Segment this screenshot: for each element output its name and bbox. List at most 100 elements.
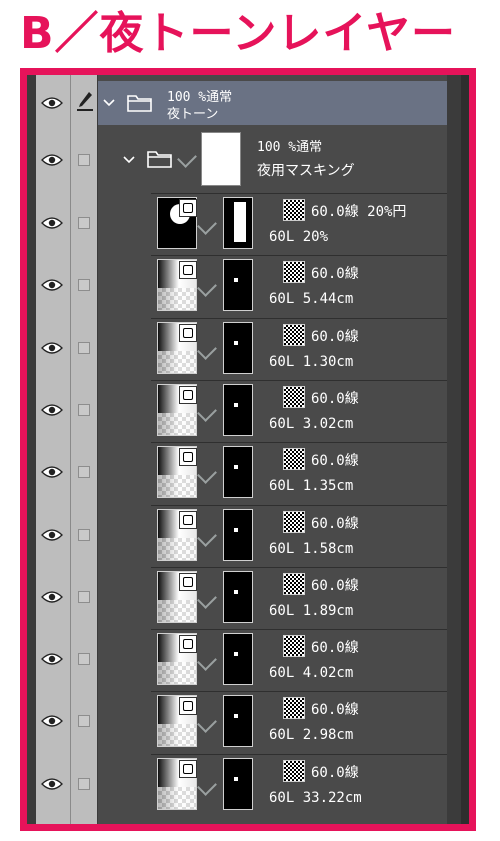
check-icon xyxy=(197,589,217,609)
lock-checkbox[interactable] xyxy=(78,154,90,166)
lock-checkbox[interactable] xyxy=(78,778,90,790)
tone-layer-icon xyxy=(179,448,197,466)
tone-layer-row[interactable]: 60.0線 60L 33.22cm xyxy=(27,754,469,814)
tone-layer-icon xyxy=(179,697,197,715)
tone-layer-name: 60L 4.02cm xyxy=(269,665,354,681)
tone-layer-icon xyxy=(179,760,197,778)
eye-icon[interactable] xyxy=(41,278,63,292)
tone-pattern-icon xyxy=(283,261,305,283)
tone-layer-name: 60L 20% xyxy=(269,229,329,245)
chevron-down-icon[interactable] xyxy=(103,99,115,107)
layer-mask-thumbnail xyxy=(223,384,253,436)
lock-checkbox[interactable] xyxy=(78,466,90,478)
tone-pattern-icon xyxy=(283,760,305,782)
tone-layer-row[interactable]: 60.0線 60L 2.98cm xyxy=(27,691,469,751)
tone-layer-icon xyxy=(179,386,197,404)
mask-opacity-blend: 100 %通常 xyxy=(257,140,323,155)
tone-layer-name: 60L 1.58cm xyxy=(269,541,354,557)
tone-pattern-icon xyxy=(283,448,305,470)
tone-pattern-icon xyxy=(283,386,305,408)
lock-checkbox[interactable] xyxy=(78,217,90,229)
lock-checkbox[interactable] xyxy=(78,529,90,541)
layer-mask-thumbnail xyxy=(223,633,253,685)
lock-checkbox[interactable] xyxy=(78,404,90,416)
eye-icon[interactable] xyxy=(41,652,63,666)
row-divider xyxy=(151,318,447,319)
tone-layer-row[interactable]: 60.0線 60L 1.30cm xyxy=(27,318,469,378)
eye-icon[interactable] xyxy=(41,714,63,728)
row-divider xyxy=(151,691,447,692)
tone-layer-icon xyxy=(179,324,197,342)
layer-mask-thumbnail xyxy=(223,695,253,747)
tone-layer-icon xyxy=(179,635,197,653)
row-divider xyxy=(151,754,447,755)
check-icon xyxy=(197,776,217,796)
lock-checkbox[interactable] xyxy=(78,342,90,354)
layer-mask-thumbnail xyxy=(223,322,253,374)
tone-line-value: 60.0線 xyxy=(311,765,359,781)
eye-icon[interactable] xyxy=(41,153,63,167)
layer-panel: 100 %通常 夜トーン 100 %通常 夜用マスキング 60.0線 20%円 6… xyxy=(20,68,476,831)
tone-line-value: 60.0線 xyxy=(311,391,359,407)
eye-icon[interactable] xyxy=(41,777,63,791)
check-icon xyxy=(177,148,197,168)
row-divider xyxy=(151,255,447,256)
tone-layer-row[interactable]: 60.0線 60L 4.02cm xyxy=(27,629,469,689)
lock-checkbox[interactable] xyxy=(78,653,90,665)
layer-mask-thumbnail xyxy=(223,758,253,810)
layer-mask-thumbnail xyxy=(223,509,253,561)
layer-mask-thumbnail xyxy=(223,571,253,623)
eye-icon[interactable] xyxy=(41,96,63,110)
tone-line-value: 60.0線 xyxy=(311,453,359,469)
tone-layer-icon xyxy=(179,511,197,529)
tone-line-value: 60.0線 xyxy=(311,329,359,345)
tone-layer-icon xyxy=(179,199,197,217)
tone-layer-row[interactable]: 60.0線 20%円 60L 20% xyxy=(27,193,469,253)
tone-layer-row[interactable]: 60.0線 60L 1.35cm xyxy=(27,442,469,502)
tone-pattern-icon xyxy=(283,511,305,533)
tone-pattern-icon xyxy=(283,324,305,346)
check-icon xyxy=(197,464,217,484)
tone-line-value: 60.0線 xyxy=(311,516,359,532)
eye-icon[interactable] xyxy=(41,590,63,604)
folder-icon xyxy=(127,95,152,112)
check-icon xyxy=(197,215,217,235)
mask-layer-name: 夜用マスキング xyxy=(257,163,355,179)
row-divider xyxy=(151,505,447,506)
row-divider xyxy=(151,629,447,630)
check-icon xyxy=(197,340,217,360)
tone-layer-name: 60L 3.02cm xyxy=(269,416,354,432)
eye-icon[interactable] xyxy=(41,403,63,417)
tone-pattern-icon xyxy=(283,635,305,657)
tone-layer-row[interactable]: 60.0線 60L 1.89cm xyxy=(27,567,469,627)
tone-layer-name: 60L 1.30cm xyxy=(269,354,354,370)
tone-line-value: 60.0線 xyxy=(311,266,359,282)
chevron-down-icon[interactable] xyxy=(123,156,135,164)
tone-layer-row[interactable]: 60.0線 60L 5.44cm xyxy=(27,255,469,315)
tone-layer-name: 60L 1.35cm xyxy=(269,478,354,494)
mask-thumbnail xyxy=(201,132,241,186)
layer-mask-thumbnail xyxy=(223,197,253,249)
check-icon xyxy=(197,277,217,297)
tone-pattern-icon xyxy=(283,573,305,595)
eye-icon[interactable] xyxy=(41,341,63,355)
eye-icon[interactable] xyxy=(41,216,63,230)
folder-icon xyxy=(147,151,172,168)
tone-layer-name: 60L 2.98cm xyxy=(269,727,354,743)
tone-layer-name: 60L 5.44cm xyxy=(269,291,354,307)
layer-row-mask[interactable]: 100 %通常 夜用マスキング xyxy=(27,130,469,190)
eye-icon[interactable] xyxy=(41,528,63,542)
check-icon xyxy=(197,402,217,422)
layer-row-folder[interactable]: 100 %通常 夜トーン xyxy=(27,81,469,125)
tone-layer-row[interactable]: 60.0線 60L 3.02cm xyxy=(27,380,469,440)
tone-pattern-icon xyxy=(283,199,305,221)
check-icon xyxy=(197,527,217,547)
pen-icon[interactable] xyxy=(77,91,93,111)
tone-layer-row[interactable]: 60.0線 60L 1.58cm xyxy=(27,505,469,565)
lock-checkbox[interactable] xyxy=(78,591,90,603)
eye-icon[interactable] xyxy=(41,465,63,479)
lock-checkbox[interactable] xyxy=(78,715,90,727)
row-divider xyxy=(151,193,447,194)
tone-line-value: 60.0線 20%円 xyxy=(311,204,407,220)
lock-checkbox[interactable] xyxy=(78,279,90,291)
